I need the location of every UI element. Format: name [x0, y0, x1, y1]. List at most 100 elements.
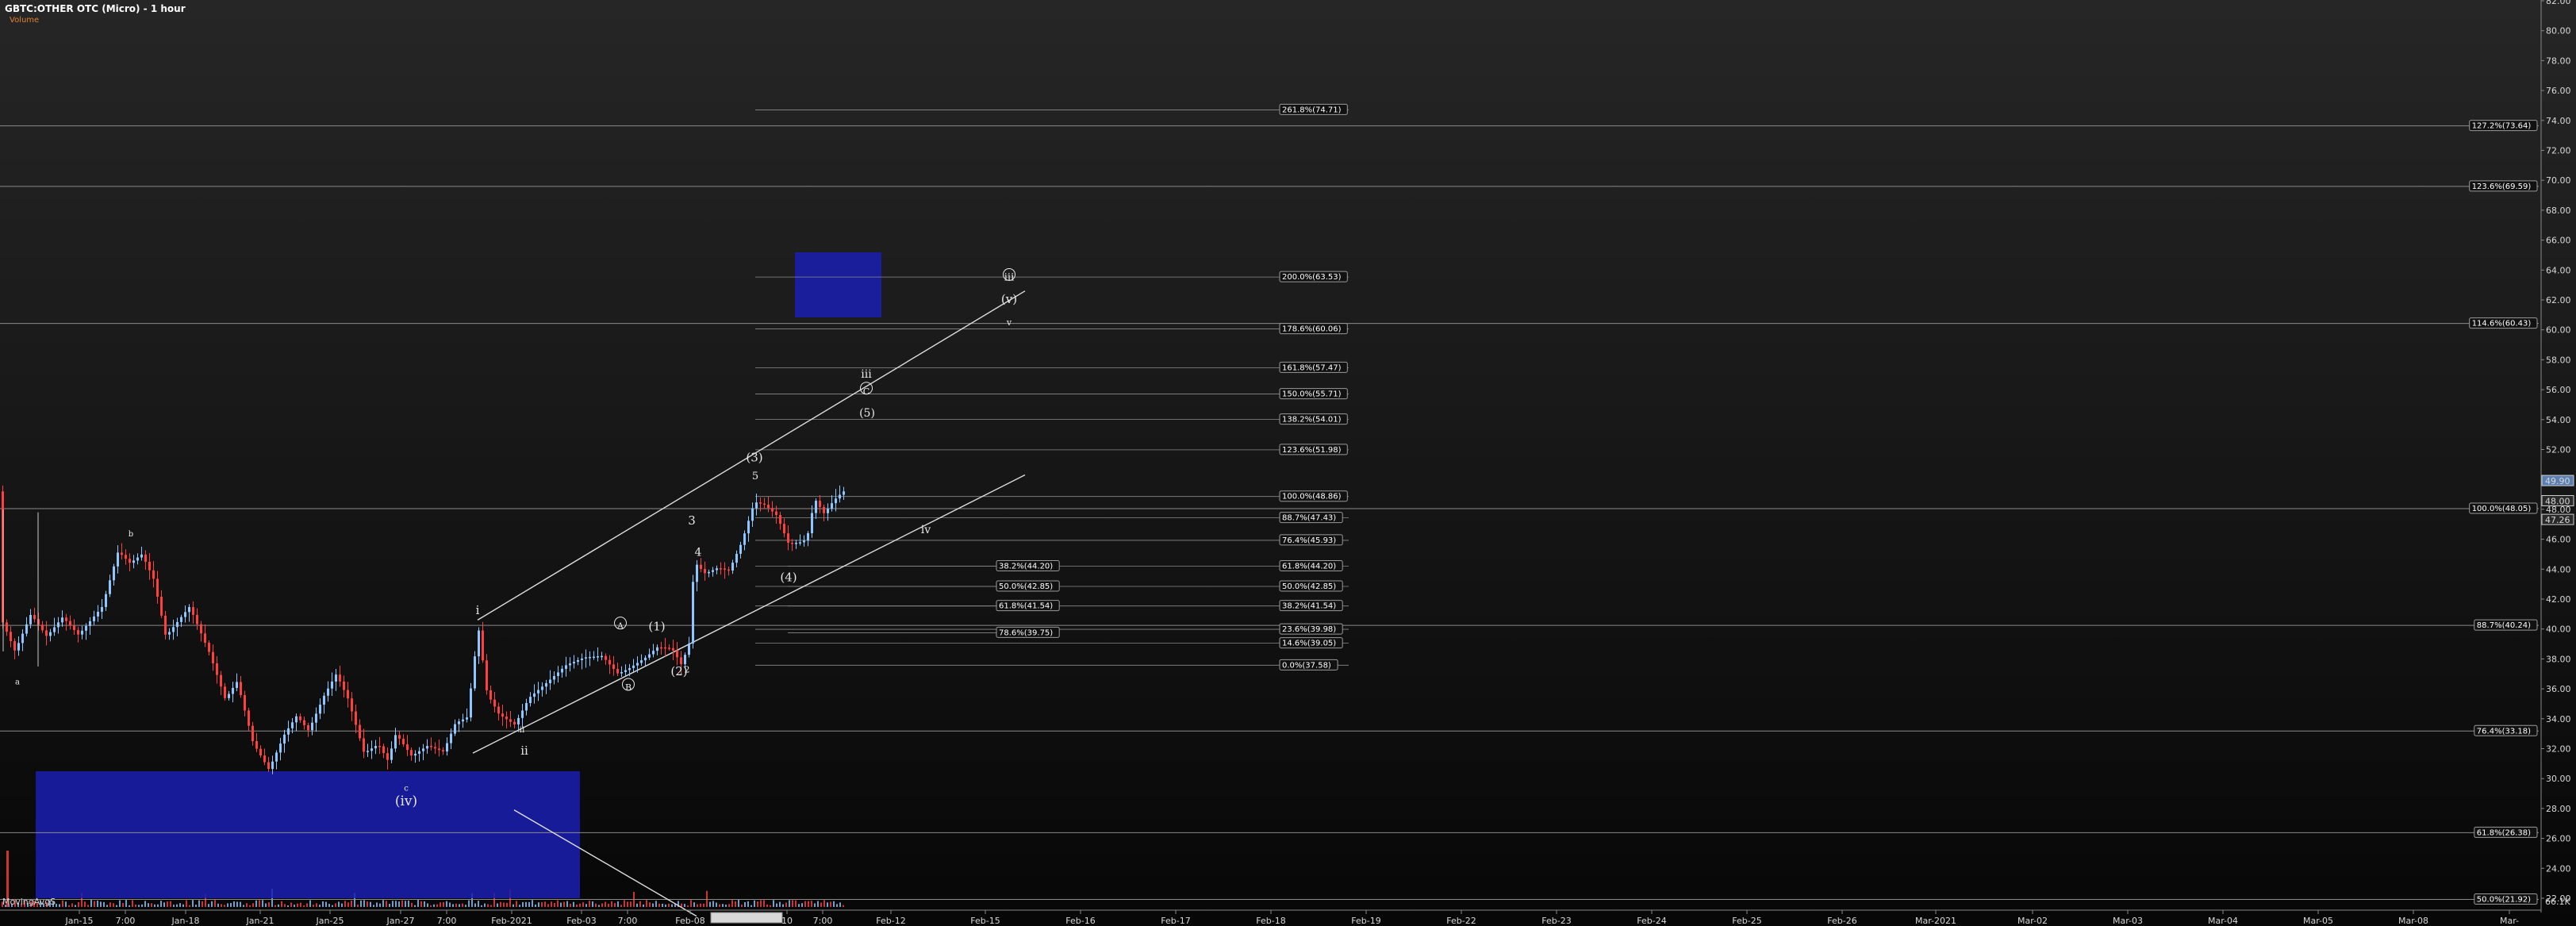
volume-bar-123: [392, 901, 394, 907]
candle-body-160: [636, 663, 639, 666]
candle-body-8: [33, 615, 36, 620]
candle-body-117: [466, 717, 468, 720]
volume-bar-68: [217, 903, 219, 907]
volume-bar-242: [770, 905, 771, 907]
candle-body-207: [823, 506, 825, 513]
volume-bar-20: [65, 901, 67, 907]
candle-body-89: [355, 711, 357, 725]
candle-body-190: [755, 502, 758, 509]
fib-mid-label-3: 161.8%(57.47): [1282, 363, 1342, 372]
fib-mid-label-13: 23.6%(39.98): [1282, 625, 1336, 634]
candle-body-106: [422, 748, 424, 751]
volume-bar-172: [547, 904, 549, 907]
volume-bar-232: [738, 900, 739, 907]
candle-body-193: [767, 505, 770, 509]
candle-body-62: [248, 710, 250, 726]
candle-body-148: [589, 656, 591, 659]
volume-bar-214: [681, 903, 682, 907]
candle-body-184: [731, 563, 734, 571]
volume-bar-54: [173, 905, 175, 907]
y-tick-label-17: 56.00: [2546, 385, 2571, 395]
candle-body-101: [402, 739, 405, 745]
volume-bar-159: [506, 902, 508, 907]
volume-bar-70: [224, 905, 225, 907]
volume-bar-193: [614, 903, 616, 907]
y-tick-label-18: 58.00: [2546, 355, 2571, 365]
volume-bar-86: [274, 905, 276, 907]
candle-body-84: [335, 674, 337, 682]
volume-bar-174: [554, 903, 555, 907]
candle-body-212: [843, 491, 845, 495]
volume-bar-47: [151, 903, 152, 907]
volume-bar-228: [725, 905, 727, 907]
volume-bar-158: [503, 902, 505, 907]
volume-bar-51: [163, 902, 165, 907]
wave-label-four_paren: (4): [780, 570, 797, 584]
volume-bar-133: [424, 901, 425, 907]
volume-bar-166: [528, 901, 530, 907]
price-chart[interactable]: 127.2%(73.64) 123.6%(69.59) 114.6%(60.43) 1…: [0, 0, 2576, 926]
volume-bar-100: [319, 905, 321, 907]
volume-bar-231: [735, 901, 736, 907]
candle-body-87: [347, 690, 349, 699]
candle-body-180: [716, 568, 718, 571]
candle-body-78: [311, 722, 313, 731]
volume-bar-153: [487, 904, 489, 907]
volume-bar-118: [376, 902, 378, 907]
candle-body-197: [783, 524, 785, 534]
y-axis[interactable]: 22.0024.0026.0028.0030.0032.0034.0036.00…: [2540, 0, 2574, 913]
candle-body-77: [307, 724, 309, 731]
candle-body-114: [454, 724, 456, 734]
volume-bar-46: [148, 903, 149, 907]
volume-bar-163: [519, 905, 520, 907]
x-tick-label-19: Feb-22: [1446, 916, 1476, 926]
y-tick-label-23: 68.00: [2546, 206, 2571, 216]
volume-bar-81: [259, 900, 260, 907]
volume-bar-128: [408, 900, 409, 907]
x-tick-label-23: Feb-26: [1827, 916, 1856, 926]
volume-highlight-box: [36, 771, 580, 898]
candle-body-44: [176, 621, 179, 628]
price-marker-0: 49.90: [2545, 476, 2570, 486]
candle-body-30: [121, 552, 123, 555]
volume-bar-112: [357, 905, 359, 907]
candle-body-53: [212, 651, 214, 664]
candle-body-64: [255, 741, 258, 749]
candle-body-199: [791, 543, 793, 544]
volume-bar-101: [322, 901, 324, 907]
x-tick-label-5: Jan-27: [386, 916, 415, 926]
volume-bar-173: [551, 901, 552, 907]
candle-body-137: [545, 682, 547, 687]
volume-bar-248: [789, 900, 790, 907]
candle-body-21: [85, 625, 87, 631]
y-tick-label-7: 36.00: [2546, 684, 2571, 694]
candle-body-177: [704, 569, 706, 574]
x-tick-label-27: Mar-04: [2208, 916, 2238, 926]
wave-label-five_paren: (5): [859, 407, 875, 420]
volume-bar-219: [697, 904, 698, 907]
x-tick-label-14: Feb-15: [970, 916, 1000, 926]
y-tick-label-19: 60.00: [2546, 325, 2571, 336]
fib-right-label-2: 114.6%(60.43): [2472, 320, 2532, 329]
candle-body-52: [208, 643, 210, 652]
volume-bar-255: [811, 901, 812, 907]
candle-body-120: [478, 630, 480, 657]
candle-body-70: [279, 743, 282, 753]
volume-bar-185: [589, 901, 590, 907]
wave-label-c: c: [404, 784, 409, 793]
volume-bar-230: [731, 900, 733, 907]
candle-body-45: [180, 617, 182, 622]
candle-body-151: [601, 655, 603, 658]
x-tick-label-22: Feb-25: [1732, 916, 1761, 926]
candle-body-167: [664, 647, 666, 649]
candle-body-112: [446, 743, 448, 752]
volume-bar-45: [144, 901, 146, 907]
y-tick-label-3: 28.00: [2546, 804, 2571, 814]
candle-body-61: [244, 695, 246, 711]
candle-body-211: [839, 494, 841, 499]
volume-bar-119: [379, 903, 381, 907]
volume-bar-109: [347, 902, 349, 907]
wave-label-A: A: [616, 621, 624, 632]
candle-body-1: [6, 622, 8, 632]
candle-body-73: [291, 722, 294, 728]
